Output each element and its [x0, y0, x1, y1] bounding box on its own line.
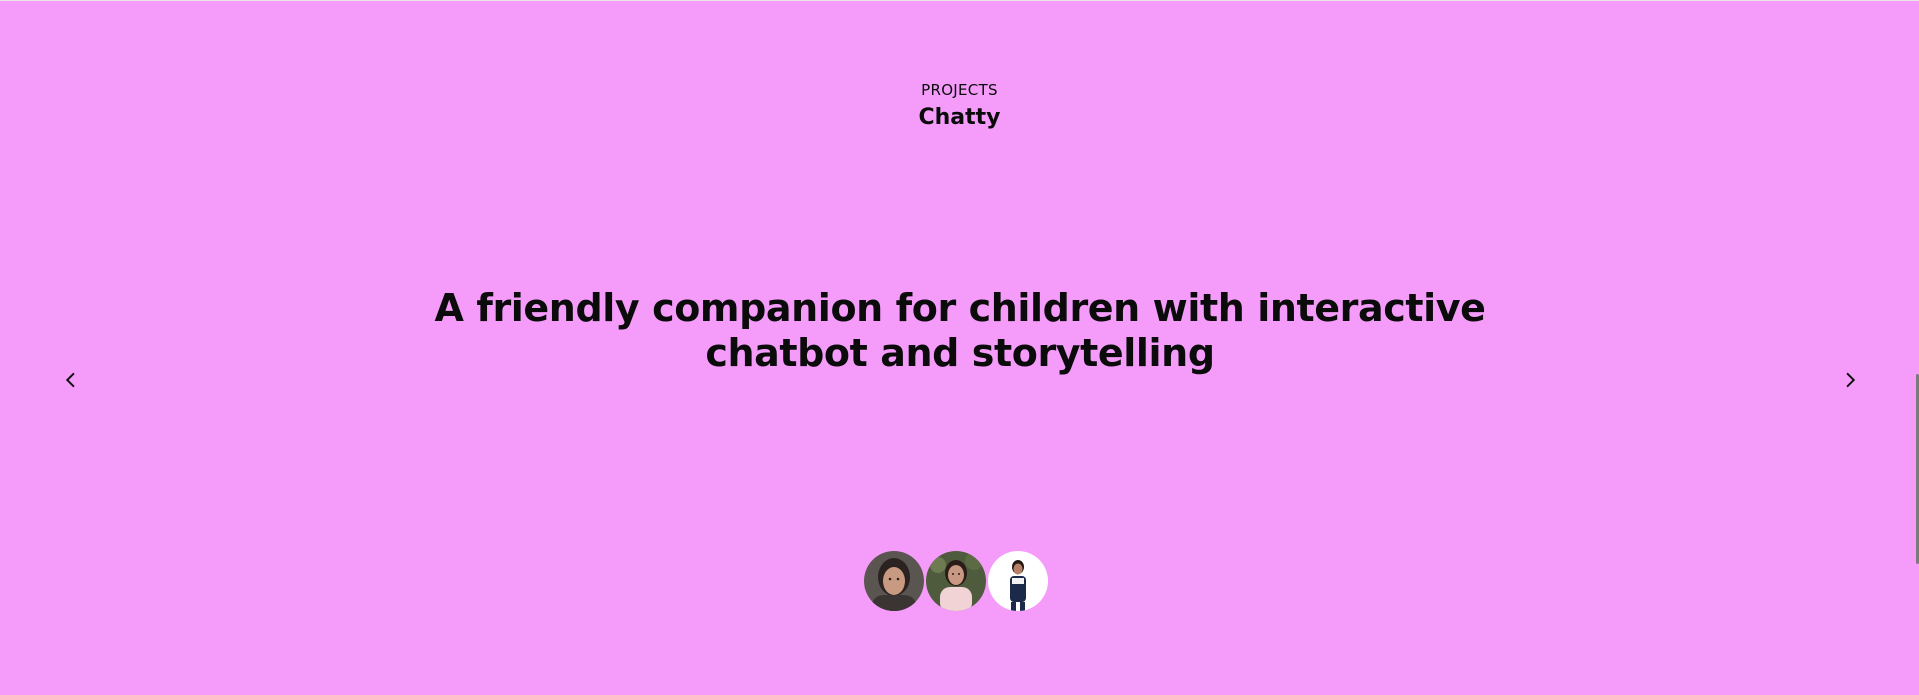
section-kicker: PROJECTS — [921, 81, 998, 99]
next-project-button[interactable] — [1835, 365, 1865, 395]
chevron-left-icon — [65, 372, 75, 388]
project-header: PROJECTS Chatty — [0, 81, 1919, 133]
chevron-right-icon — [1846, 372, 1856, 388]
avatar-photo-icon — [926, 551, 986, 611]
project-description: A friendly companion for children with i… — [434, 286, 1486, 375]
team-avatars — [864, 550, 1050, 612]
avatar-photo-icon — [864, 551, 924, 611]
avatar[interactable] — [864, 551, 924, 611]
avatar-photo-icon — [988, 551, 1048, 611]
previous-project-button[interactable] — [56, 365, 86, 395]
avatar[interactable] — [988, 551, 1048, 611]
project-title: Chatty — [918, 105, 1001, 130]
top-divider — [0, 0, 1919, 1]
avatar[interactable] — [926, 551, 986, 611]
